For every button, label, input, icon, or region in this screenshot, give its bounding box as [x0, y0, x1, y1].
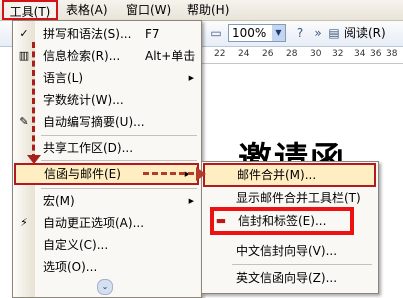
menu-separator — [41, 135, 197, 136]
menu-item-language[interactable]: 语言(L) ▶ — [13, 67, 201, 89]
annotation-arrow-down-head — [27, 155, 41, 164]
submenu-item-mail-merge[interactable]: 邮件合并(M)... — [203, 163, 376, 187]
menu-item-label: 字数统计(W)... — [43, 93, 124, 107]
menu-item-options[interactable]: 选项(O)... — [13, 256, 201, 278]
annotation-arrow-right — [143, 172, 203, 175]
menu-tools[interactable]: 工具(T) — [2, 0, 58, 20]
letters-mailings-submenu: 邮件合并(M)... 显示邮件合并工具栏(T) ▬ 信封和标签(E)... 中文… — [201, 161, 379, 294]
chevron-down-icon[interactable]: ▼ — [272, 25, 285, 41]
menu-item-shortcut: F7 — [145, 27, 160, 41]
menu-item-label: 拼写和语法(S)... — [43, 27, 132, 41]
annotation-arrow-right-head — [196, 167, 206, 181]
toolbar-options-icon[interactable]: » — [310, 26, 326, 40]
menu-item-label: 共享工作区(D)... — [43, 141, 134, 155]
menu-table[interactable]: 表格(A) — [66, 2, 108, 18]
menu-item-shared-workspace[interactable]: 共享工作区(D)... — [13, 137, 201, 159]
menu-window[interactable]: 窗口(W) — [126, 2, 171, 18]
ruler-number: 38 — [386, 49, 398, 59]
menu-item-autocorrect[interactable]: ⚡ 自动更正选项(A)... — [13, 212, 201, 234]
menu-item-macro[interactable]: 宏(M) ▶ — [13, 190, 201, 212]
ruler-number: 28 — [286, 49, 298, 59]
menu-item-label: 宏(M) — [43, 194, 75, 208]
menu-item-label: 信封和标签(E)... — [238, 214, 327, 228]
submenu-item-chinese-envelope-wizard[interactable]: 中文信封向导(V)... — [202, 239, 378, 263]
zoom-value: 100% — [232, 26, 267, 40]
menu-item-autosummarize[interactable]: ✎ 自动编写摘要(U)... — [13, 111, 201, 133]
ruler-number: 34 — [354, 49, 366, 59]
ruler-number: 22 — [214, 49, 226, 59]
menu-item-label: 自动更正选项(A)... — [43, 216, 145, 230]
menu-item-customize[interactable]: 自定义(C)... — [13, 234, 201, 256]
menu-item-label: 邮件合并(M)... — [237, 168, 317, 182]
submenu-item-envelopes-labels[interactable]: ▬ 信封和标签(E)... — [210, 207, 354, 235]
menu-bar: 工具(T) 表格(A) 窗口(W) 帮助(H) — [0, 0, 403, 21]
menu-separator — [41, 188, 197, 189]
menu-separator — [41, 160, 197, 161]
autocorrect-icon: ⚡ — [20, 216, 28, 229]
submenu-arrow-icon: ▶ — [188, 74, 194, 82]
menu-item-label: 语言(L) — [43, 71, 84, 85]
menu-item-research[interactable]: ▥ 信息检索(R)... Alt+单击 — [13, 45, 201, 67]
menu-item-label: 中文信封向导(V)... — [236, 244, 338, 258]
read-mode-icon[interactable]: ▤ — [326, 26, 342, 40]
menu-item-label: 自动编写摘要(U)... — [43, 115, 145, 129]
envelope-icon: ▬ — [215, 214, 227, 227]
spell-check-icon: ✓ — [19, 27, 29, 40]
ruler-number: 30 — [310, 49, 322, 59]
menu-item-shortcut: Alt+单击 — [145, 49, 196, 63]
ruler-number: 32 — [332, 49, 344, 59]
ruler-number: 36 — [370, 49, 382, 59]
menu-separator — [232, 264, 372, 265]
research-icon: ▥ — [18, 49, 30, 62]
read-button[interactable]: 阅读(R) — [344, 24, 386, 42]
submenu-item-english-letter-wizard[interactable]: 英文信函向导(Z)... — [202, 266, 378, 290]
menu-item-label: 信函与邮件(E) — [44, 167, 121, 181]
menu-item-word-count[interactable]: 字数统计(W)... — [13, 89, 201, 111]
ruler-number: 24 — [238, 49, 250, 59]
ruler-number: 26 — [262, 49, 274, 59]
zoom-select[interactable]: 100% ▼ — [228, 24, 286, 42]
ruler: 22 24 26 28 30 32 34 36 38 — [200, 47, 403, 64]
menu-item-label: 英文信函向导(Z)... — [236, 271, 338, 285]
print-preview-icon[interactable]: ▭ — [208, 26, 224, 40]
help-icon[interactable]: ? — [292, 26, 308, 40]
menu-item-spelling[interactable]: ✓ 拼写和语法(S)... F7 — [13, 23, 201, 45]
expand-menu-chevron-icon[interactable]: ⌄ — [97, 279, 113, 295]
autosummarize-icon: ✎ — [19, 115, 29, 128]
menu-item-label: 选项(O)... — [43, 260, 98, 274]
menu-item-label: 信息检索(R)... — [43, 49, 121, 63]
menu-item-label: 自定义(C)... — [43, 238, 109, 252]
annotation-arrow-down — [32, 42, 35, 160]
submenu-arrow-icon: ▶ — [188, 197, 194, 205]
menu-help[interactable]: 帮助(H) — [187, 2, 229, 18]
